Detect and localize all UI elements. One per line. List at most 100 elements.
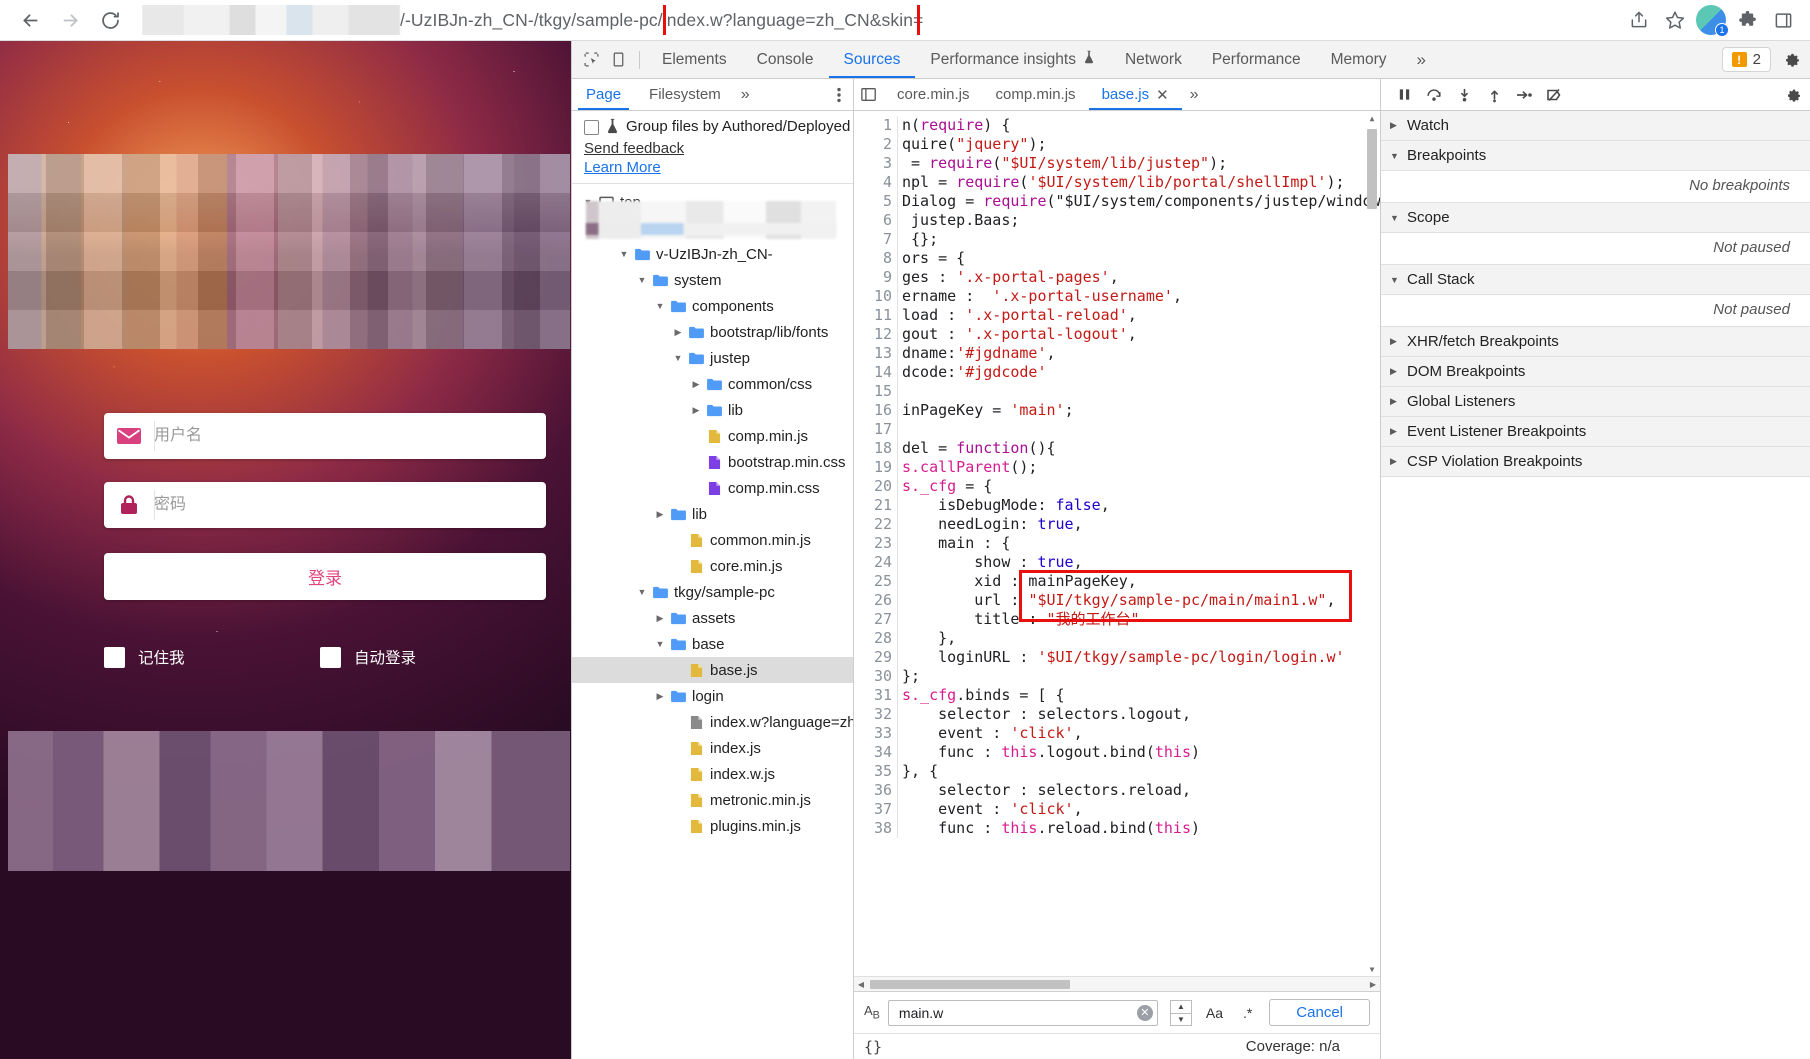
tree-item-index-js[interactable]: index.js <box>572 735 853 761</box>
nav-tab-page[interactable]: Page <box>572 79 635 110</box>
login-submit-button[interactable]: 登录 <box>104 553 546 600</box>
chevron-right-icon[interactable]: ▶ <box>688 405 704 416</box>
tab-network[interactable]: Network <box>1110 41 1197 78</box>
show-navigator-button[interactable] <box>854 79 884 110</box>
code-vertical-scrollbar[interactable]: ▲ ▼ <box>1366 111 1378 976</box>
tree-item-comp-min-css[interactable]: comp.min.css <box>572 475 853 501</box>
debugger-section-call-stack[interactable]: ▼ Call Stack <box>1381 265 1810 295</box>
pause-script-button[interactable] <box>1391 82 1417 108</box>
tree-item-login[interactable]: ▶ login <box>572 683 853 709</box>
scroll-down-arrow-icon[interactable]: ▼ <box>1366 962 1378 976</box>
extensions-button[interactable] <box>1730 3 1764 37</box>
group-files-row[interactable]: Group files by Authored/Deployed <box>584 117 853 138</box>
bookmark-button[interactable] <box>1658 3 1692 37</box>
navigator-more-button[interactable]: » <box>741 79 750 110</box>
step-into-button[interactable] <box>1451 82 1477 108</box>
reload-button[interactable] <box>92 2 128 38</box>
pretty-print-button[interactable]: {} <box>864 1038 882 1056</box>
tree-item-base[interactable]: ▼ base <box>572 631 853 657</box>
remember-me-checkbox[interactable] <box>104 646 125 668</box>
debugger-section-event-listener-breakpoints[interactable]: ▶ Event Listener Breakpoints <box>1381 417 1810 447</box>
editor-tab-comp-min-js[interactable]: comp.min.js <box>983 79 1089 110</box>
deactivate-breakpoints-button[interactable] <box>1541 82 1567 108</box>
tree-item-metronic-min-js[interactable]: metronic.min.js <box>572 787 853 813</box>
username-input[interactable] <box>154 414 546 458</box>
step-out-button[interactable] <box>1481 82 1507 108</box>
cancel-search-button[interactable]: Cancel <box>1269 999 1370 1026</box>
tree-item-components[interactable]: ▼ components <box>572 293 853 319</box>
hscrollbar-thumb[interactable] <box>870 979 1070 989</box>
chevron-down-icon[interactable]: ▼ <box>652 639 668 649</box>
address-bar[interactable]: /-UzIBJn-zh_CN-/tkgy/sample-pc/index.w?l… <box>142 5 1622 35</box>
group-files-checkbox[interactable] <box>584 120 599 135</box>
chevron-down-icon[interactable]: ▼ <box>634 587 650 597</box>
tree-item-tkgy-sample-pc[interactable]: ▼ tkgy/sample-pc <box>572 579 853 605</box>
tab-elements[interactable]: Elements <box>647 41 742 78</box>
tab-performance-insights[interactable]: Performance insights <box>915 41 1110 78</box>
devtools-settings-button[interactable] <box>1779 46 1806 73</box>
warning-counter[interactable]: ! 2 <box>1721 47 1771 72</box>
debugger-section-dom-breakpoints[interactable]: ▶ DOM Breakpoints <box>1381 357 1810 387</box>
inspect-element-button[interactable] <box>578 46 605 73</box>
tree-item-index-w-language-zh-cn[interactable]: index.w?language=zh_CN <box>572 709 853 735</box>
step-over-button[interactable] <box>1421 82 1447 108</box>
scroll-right-arrow-icon[interactable]: ▶ <box>1366 980 1380 989</box>
match-case-toggle[interactable]: Aa <box>1200 1005 1229 1021</box>
debugger-section-global-listeners[interactable]: ▶ Global Listeners <box>1381 387 1810 417</box>
chevron-down-icon[interactable]: ▼ <box>634 275 650 285</box>
debugger-section-scope[interactable]: ▼ Scope <box>1381 203 1810 233</box>
tree-item-bootstrap-lib-fonts[interactable]: ▶ bootstrap/lib/fonts <box>572 319 853 345</box>
tree-item-comp-min-js[interactable]: comp.min.js <box>572 423 853 449</box>
code-horizontal-scrollbar[interactable]: ◀ ▶ <box>854 976 1380 991</box>
editor-tab-core-min-js[interactable]: core.min.js <box>884 79 983 110</box>
send-feedback-link[interactable]: Send feedback <box>584 140 853 157</box>
search-input-wrapper[interactable]: ✕ <box>887 999 1158 1026</box>
scrollbar-thumb[interactable] <box>1367 129 1377 209</box>
chevron-right-icon[interactable]: ▶ <box>688 379 704 390</box>
tree-item-base-js[interactable]: base.js <box>572 657 853 683</box>
debugger-section-breakpoints[interactable]: ▼ Breakpoints <box>1381 141 1810 171</box>
chevron-down-icon[interactable]: ▼ <box>616 249 632 259</box>
chevron-down-icon[interactable]: ▼ <box>652 301 668 311</box>
debugger-section-watch[interactable]: ▶ Watch <box>1381 111 1810 141</box>
nav-tab-filesystem[interactable]: Filesystem <box>635 79 735 110</box>
chevron-down-icon[interactable]: ▼ <box>670 353 686 363</box>
navigator-options-button[interactable] <box>837 79 853 110</box>
forward-button[interactable] <box>52 2 88 38</box>
tree-item-assets[interactable]: ▶ assets <box>572 605 853 631</box>
more-panels-button[interactable]: » <box>1402 41 1441 78</box>
search-input[interactable] <box>896 1003 1137 1022</box>
device-toolbar-button[interactable] <box>605 46 632 73</box>
chevron-right-icon[interactable]: ▶ <box>652 691 668 702</box>
debugger-settings-button[interactable] <box>1786 87 1810 103</box>
auto-login-option[interactable]: 自动登录 <box>320 646 536 668</box>
clear-input-icon[interactable]: ✕ <box>1136 1004 1153 1021</box>
tree-item-v-uzibjn-zh-cn-[interactable]: ▼ v-UzIBJn-zh_CN- <box>572 241 853 267</box>
back-button[interactable] <box>12 2 48 38</box>
tree-item-lib[interactable]: ▶ lib <box>572 501 853 527</box>
tab-sources[interactable]: Sources <box>828 41 916 78</box>
auto-login-checkbox[interactable] <box>320 646 341 668</box>
chevron-right-icon[interactable]: ▶ <box>670 327 686 338</box>
tree-item-system[interactable]: ▼ system <box>572 267 853 293</box>
more-editor-tabs-button[interactable]: » <box>1182 79 1207 110</box>
tab-memory[interactable]: Memory <box>1316 41 1402 78</box>
scroll-left-arrow-icon[interactable]: ◀ <box>854 980 868 989</box>
tree-item-core-min-js[interactable]: core.min.js <box>572 553 853 579</box>
debugger-section-xhr-fetch-breakpoints[interactable]: ▶ XHR/fetch Breakpoints <box>1381 327 1810 357</box>
tree-item-justep[interactable]: ▼ justep <box>572 345 853 371</box>
tree-item-index-w-js[interactable]: index.w.js <box>572 761 853 787</box>
previous-match-icon[interactable]: ▲ <box>1169 999 1192 1013</box>
code-viewport[interactable]: 1 n(require) {2 quire("jquery"); 3 = requir… <box>854 111 1380 976</box>
chevron-right-icon[interactable]: ▶ <box>652 509 668 520</box>
debugger-section-csp-violation-breakpoints[interactable]: ▶ CSP Violation Breakpoints <box>1381 447 1810 477</box>
tree-item-lib[interactable]: ▶ lib <box>572 397 853 423</box>
tree-item-common-min-js[interactable]: common.min.js <box>572 527 853 553</box>
next-match-icon[interactable]: ▼ <box>1169 1012 1192 1026</box>
tree-item-common-css[interactable]: ▶ common/css <box>572 371 853 397</box>
chevron-right-icon[interactable]: ▶ <box>652 613 668 624</box>
learn-more-link[interactable]: Learn More <box>584 159 853 176</box>
scroll-up-arrow-icon[interactable]: ▲ <box>1366 111 1378 125</box>
share-button[interactable] <box>1622 3 1656 37</box>
password-field-wrapper[interactable] <box>104 482 546 528</box>
